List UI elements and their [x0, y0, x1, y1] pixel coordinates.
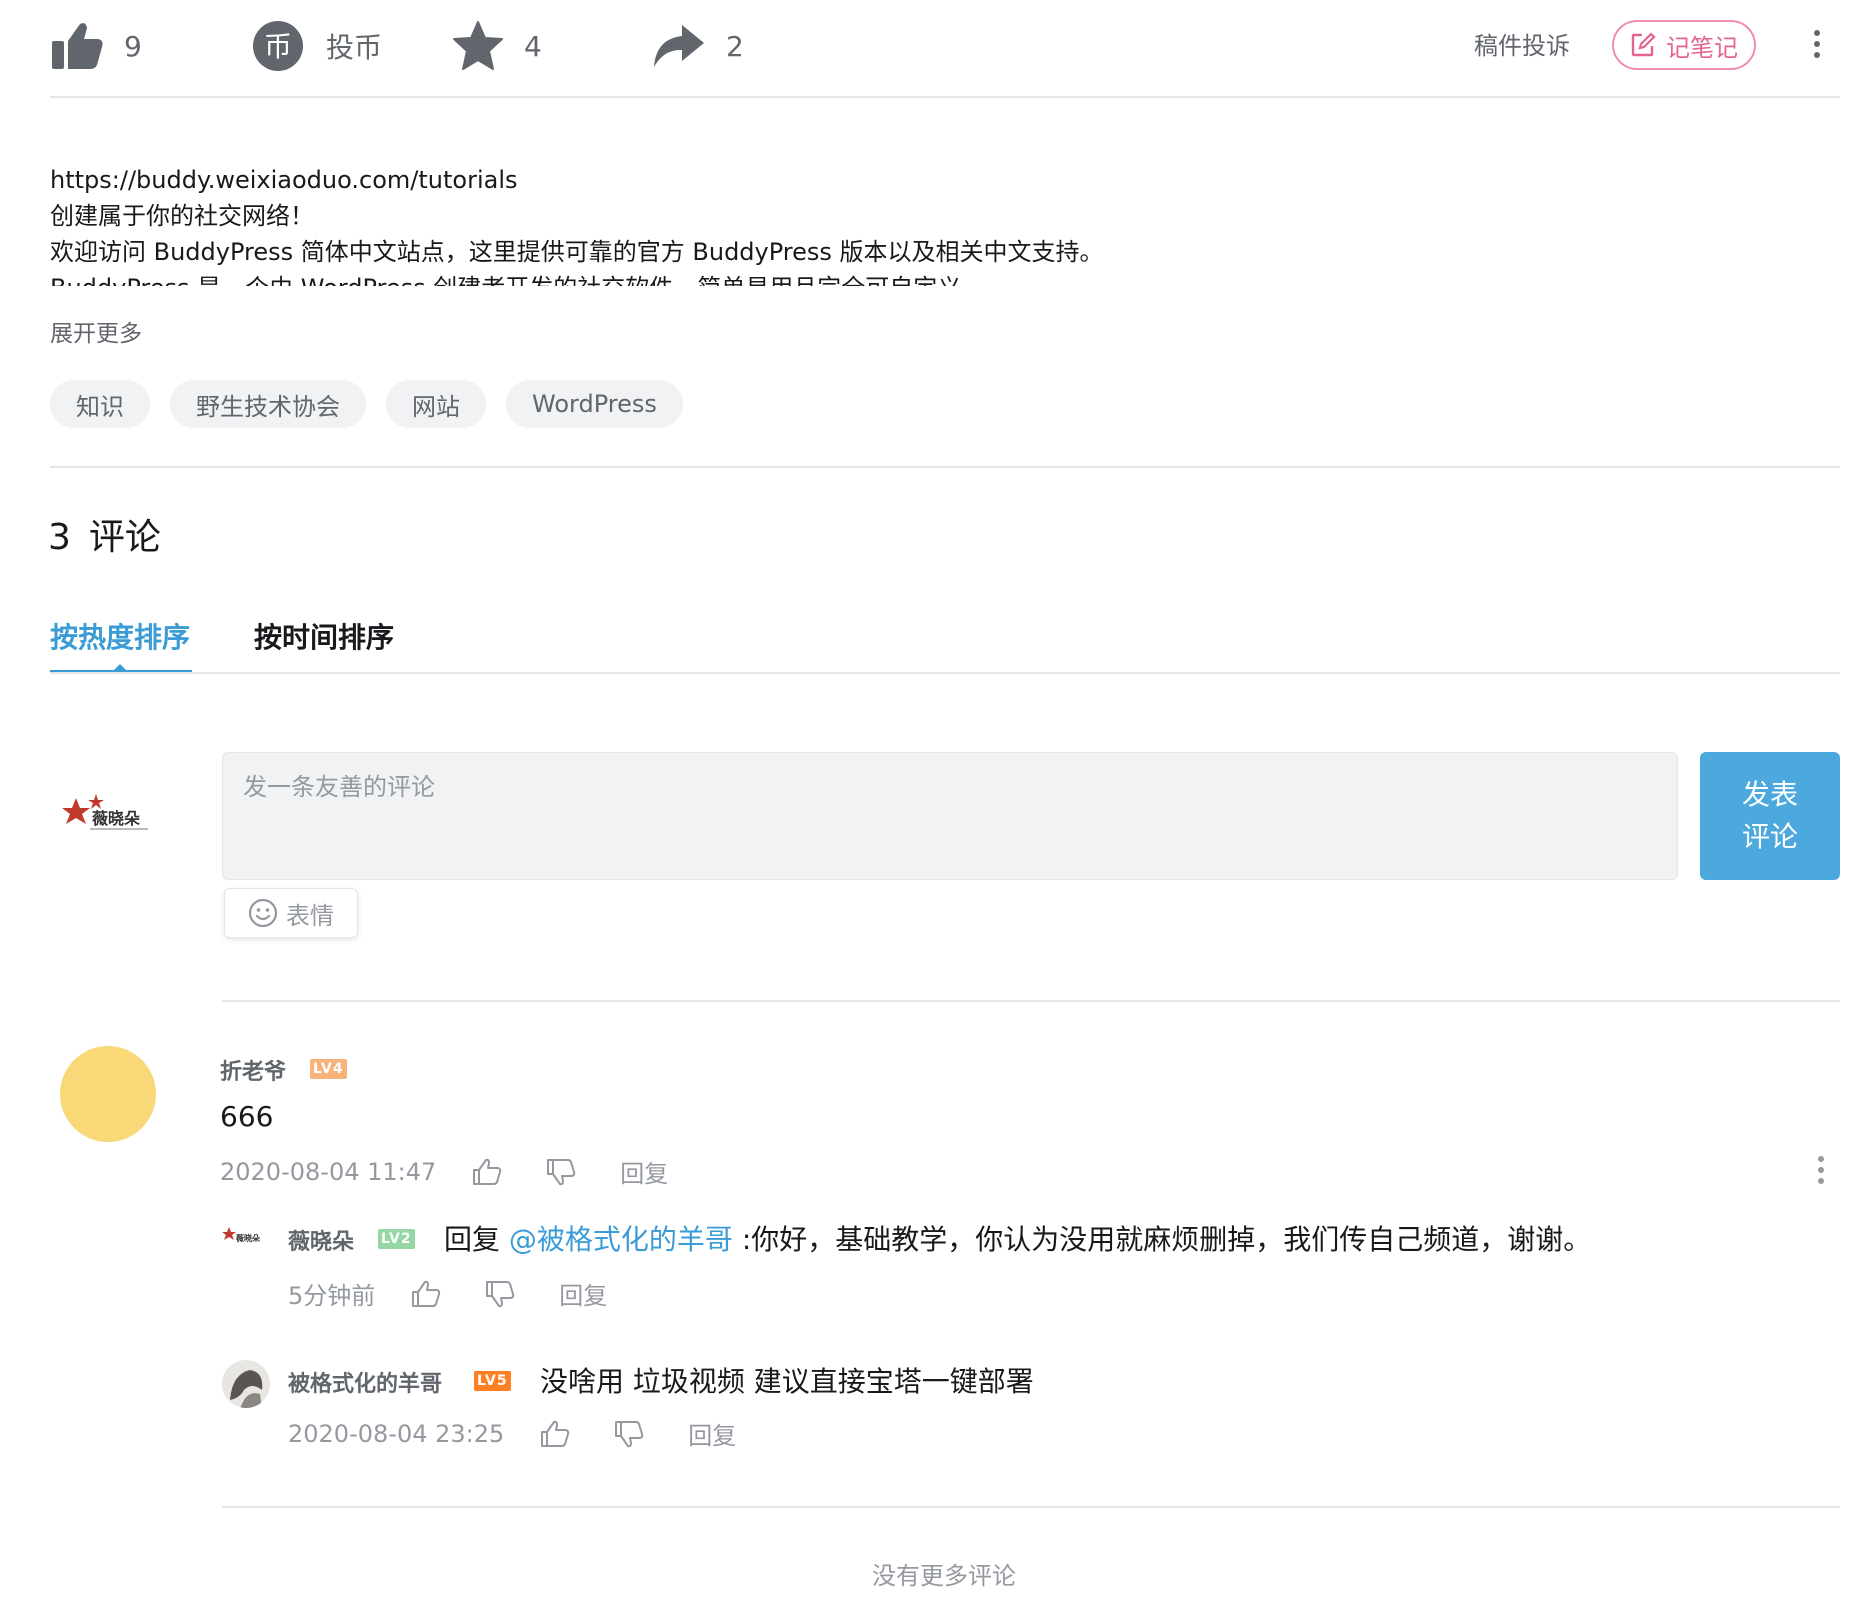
like-reply-button[interactable] [540, 1420, 570, 1448]
like-button[interactable]: 9 [50, 14, 142, 78]
reply-body: :你好，基础教学，你认为没用就麻烦删掉，我们传自己频道，谢谢。 [741, 1223, 1592, 1256]
tab-sort-by-hot[interactable]: 按热度排序 [50, 616, 190, 656]
note-edit-icon [1631, 32, 1656, 57]
level-badge: LV4 [310, 1059, 347, 1079]
reply-prefix: 回复 [444, 1223, 501, 1256]
comment-text: 666 [220, 1100, 274, 1133]
thumbs-up-icon [52, 23, 103, 70]
comment-meta: 2020-08-04 11:47 回复 [220, 1154, 668, 1189]
reply-time: 2020-08-04 23:25 [288, 1419, 505, 1448]
take-note-button[interactable]: 记笔记 [1612, 20, 1756, 70]
coin-label: 投币 [326, 31, 383, 64]
user-avatar-logo: 薇晓朵 [62, 794, 148, 830]
dislike-reply-button[interactable] [614, 1420, 644, 1448]
description-line: https://buddy.weixiaoduo.com/tutorials [50, 166, 518, 194]
avatar-logo-text: 薇晓朵 [92, 809, 140, 828]
divider [50, 466, 1840, 468]
post-comment-button[interactable]: 发表 评论 [1700, 752, 1840, 880]
comment-label: 评论 [88, 517, 161, 558]
comment-input[interactable]: 发一条友善的评论 [222, 752, 1678, 880]
reply-meta: 2020-08-04 23:25 回复 [288, 1416, 736, 1451]
tag-list: 知识 野生技术协会 网站 WordPress [50, 380, 703, 428]
share-button[interactable]: 2 [652, 14, 744, 78]
coin-glyph: 币 [264, 30, 292, 63]
comment-count: 3 [48, 517, 71, 558]
like-comment-button[interactable] [472, 1158, 502, 1186]
divider [50, 96, 1840, 98]
reply-username[interactable]: 薇晓朵 [288, 1224, 354, 1256]
reply-button[interactable]: 回复 [688, 1416, 736, 1451]
reply-meta: 5分钟前 回复 [288, 1276, 607, 1311]
dislike-reply-button[interactable] [485, 1280, 515, 1308]
thumbs-up-outline-icon [412, 1280, 441, 1307]
take-note-label: 记笔记 [1666, 33, 1738, 62]
reply-avatar-logo-text: 薇晓朵 [235, 1233, 260, 1243]
post-button-line1: 发表 [1741, 778, 1798, 811]
tag-item[interactable]: WordPress [506, 380, 683, 428]
tag-item[interactable]: 野生技术协会 [170, 380, 366, 428]
tag-item[interactable]: 知识 [50, 380, 150, 428]
report-link[interactable]: 稿件投诉 [1474, 26, 1570, 61]
like-reply-button[interactable] [411, 1280, 441, 1308]
thumbs-down-outline-icon [547, 1158, 576, 1185]
divider [50, 672, 1840, 674]
divider [222, 1506, 1840, 1508]
description-line: BuddyPress 是一个由 WordPress 创建者开发的社交软件，简单易… [50, 270, 1150, 286]
emoji-label: 表情 [286, 901, 334, 930]
coin-button[interactable]: 币 投币 [252, 14, 382, 78]
tab-sort-by-time[interactable]: 按时间排序 [254, 616, 394, 656]
more-options-icon[interactable] [1814, 30, 1822, 63]
share-count: 2 [726, 29, 744, 63]
avatar[interactable] [60, 1046, 156, 1142]
expand-more-link[interactable]: 展开更多 [50, 314, 142, 348]
smiley-icon [248, 898, 278, 928]
like-count: 9 [124, 29, 142, 63]
video-description: https://buddy.weixiaoduo.com/tutorials 创… [50, 162, 1150, 286]
mention-link[interactable]: @被格式化的羊哥 [509, 1223, 733, 1256]
comments-title: 3 评论 [48, 508, 161, 560]
tag-item[interactable]: 网站 [386, 380, 486, 428]
reply-text: 回复 @被格式化的羊哥 :你好，基础教学，你认为没用就麻烦删掉，我们传自己频道，… [444, 1218, 1591, 1258]
dislike-comment-button[interactable] [546, 1158, 576, 1186]
reply-time: 5分钟前 [288, 1282, 376, 1310]
description-line: 欢迎访问 BuddyPress 简体中文站点，这里提供可靠的官方 BuddyPr… [50, 238, 1104, 266]
reply-username[interactable]: 被格式化的羊哥 [288, 1366, 442, 1398]
comment-time: 2020-08-04 11:47 [220, 1157, 437, 1186]
share-arrow-icon [654, 25, 704, 67]
favorite-count: 4 [524, 29, 542, 63]
level-badge: LV2 [378, 1229, 415, 1249]
reply-text: 没啥用 垃圾视频 建议直接宝塔一键部署 [540, 1365, 1034, 1398]
reply-avatar[interactable] [222, 1360, 270, 1408]
favorite-button[interactable]: 4 [452, 14, 542, 78]
description-line: 创建属于你的社交网络！ [50, 202, 314, 230]
thumbs-down-outline-icon [486, 1280, 515, 1307]
reply-avatar-logo[interactable]: 薇晓朵 [222, 1222, 268, 1248]
emoji-button[interactable]: 表情 [224, 888, 358, 938]
thumbs-down-outline-icon [615, 1420, 644, 1447]
post-button-line2: 评论 [1741, 820, 1798, 853]
level-badge: LV5 [474, 1371, 511, 1391]
divider [222, 1000, 1840, 1002]
no-more-comments: 没有更多评论 [872, 1562, 1016, 1590]
reply-button[interactable]: 回复 [620, 1154, 668, 1189]
comment-more-icon[interactable] [1818, 1156, 1826, 1189]
star-icon [453, 21, 503, 70]
reply-button[interactable]: 回复 [559, 1276, 607, 1311]
thumbs-up-outline-icon [541, 1420, 570, 1447]
comment-input-placeholder: 发一条友善的评论 [243, 773, 435, 801]
coin-icon: 币 [253, 21, 303, 71]
comment-username[interactable]: 折老爷 [220, 1054, 286, 1086]
thumbs-up-outline-icon [473, 1158, 502, 1185]
